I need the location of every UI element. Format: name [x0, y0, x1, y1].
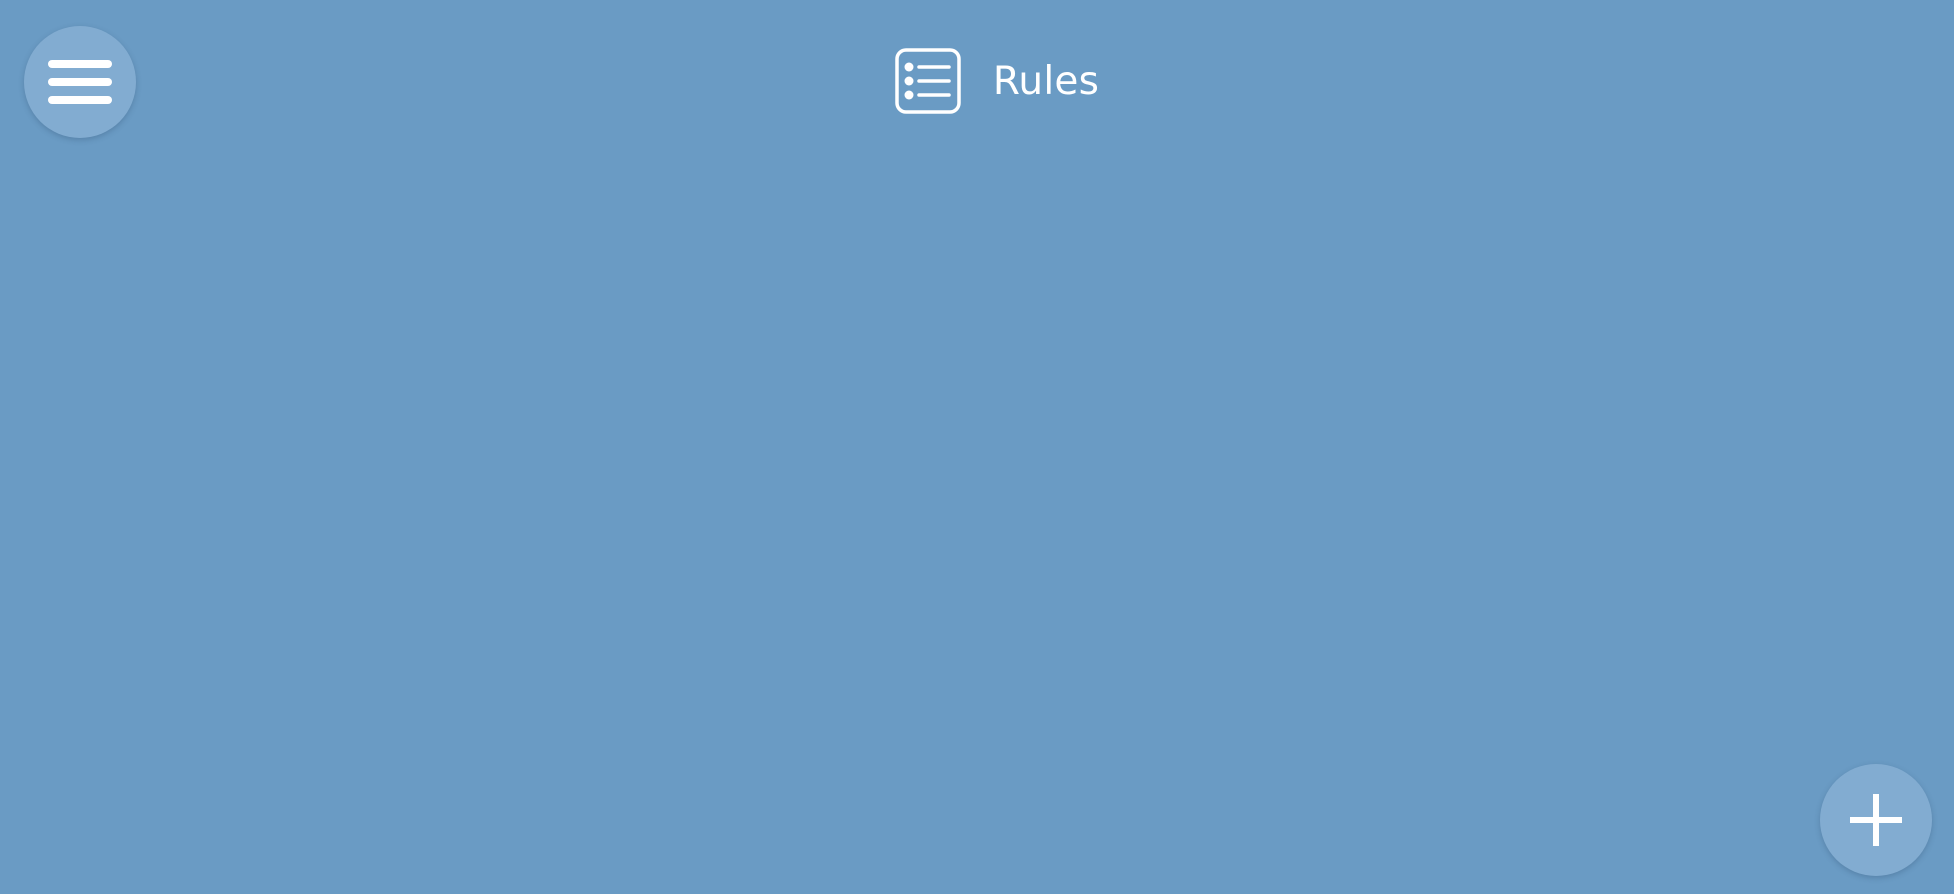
page-header: Rules: [0, 48, 1954, 114]
header-title-group: Rules: [895, 48, 1099, 114]
add-rule-button[interactable]: [1820, 764, 1932, 876]
list-icon: [895, 48, 961, 114]
page-title: Rules: [992, 58, 1100, 104]
app-background: Rules: [0, 0, 1954, 894]
rules-list-area: [0, 150, 1954, 750]
plus-icon: [1846, 790, 1906, 850]
